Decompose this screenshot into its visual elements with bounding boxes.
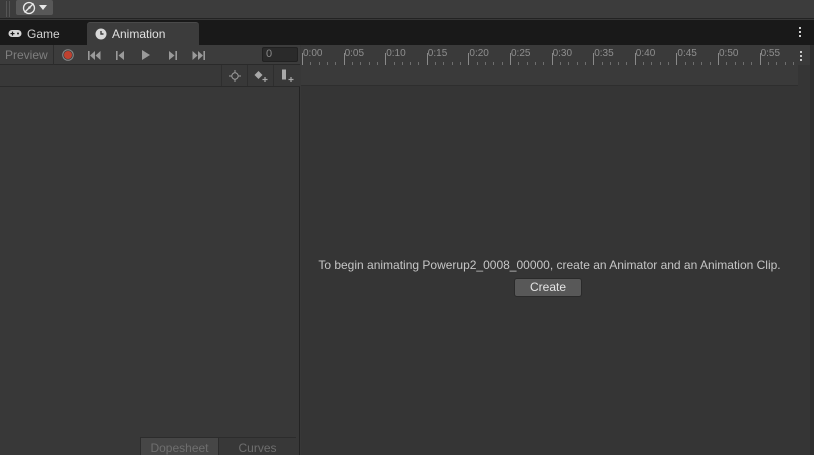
gizmo-dropdown-button[interactable] [16, 0, 53, 15]
record-button[interactable] [55, 45, 81, 65]
create-button[interactable]: Create [514, 278, 582, 297]
timeline-options-icon[interactable] [798, 45, 810, 65]
ruler-tick-label: 0:15 [427, 48, 448, 59]
editor-tab-bar: Game Animation [0, 20, 814, 45]
frame-input[interactable]: 0 [262, 47, 298, 62]
tab-label: Animation [112, 27, 166, 41]
step-forward-icon [168, 50, 177, 60]
tab-curves[interactable]: Curves [219, 437, 296, 455]
filter-by-selection-button[interactable] [222, 65, 248, 86]
view-mode-tabs: Dopesheet Curves [140, 437, 296, 455]
add-event-button[interactable] [274, 65, 300, 86]
skip-to-start-icon [87, 50, 100, 60]
preview-toggle[interactable]: Preview [0, 45, 54, 65]
tab-label: Game [27, 26, 60, 41]
timeline-panel: 0:00 0:05 0:10 0:15 0:20 0:25 0:30 0:35 0:40 0:45… [301, 45, 814, 455]
ruler-tick-label: 0:20 [469, 48, 489, 59]
animation-property-panel: Preview 0 Dopesheet Curves [0, 45, 300, 455]
record-icon [62, 49, 74, 61]
play-icon [142, 50, 150, 60]
compass-off-icon [22, 1, 36, 14]
ruler-tick-label: 0:05 [344, 48, 365, 59]
add-keyframe-button[interactable] [248, 65, 274, 86]
next-keyframe-button[interactable] [159, 45, 185, 65]
tab-game[interactable]: Game [0, 22, 68, 45]
keyframe-toolbar [0, 65, 300, 87]
chevron-down-icon [39, 4, 47, 10]
playback-toolbar: Preview 0 [0, 45, 300, 65]
vertical-scrollbar[interactable] [810, 45, 814, 455]
toolbar-grip [9, 1, 10, 17]
ruler-tick-label: 0:45 [677, 48, 697, 59]
skip-to-end-icon [192, 50, 205, 60]
clip-selector[interactable] [0, 65, 222, 86]
empty-state-message: To begin animating Powerup2_0008_00000, … [318, 258, 781, 272]
last-keyframe-button[interactable] [185, 45, 211, 65]
ruler-tick-label: 0:00 [303, 48, 323, 59]
ruler-tick-label: 0:55 [760, 48, 781, 59]
step-back-icon [115, 50, 124, 60]
ruler-tick-label: 0:30 [552, 48, 573, 59]
toolbar-grip [6, 1, 7, 17]
ruler-tick-label: 0:35 [594, 48, 614, 59]
ruler-tick-label: 0:25 [511, 48, 531, 59]
tab-dopesheet[interactable]: Dopesheet [140, 437, 219, 455]
more-options-icon[interactable] [799, 27, 802, 39]
play-button[interactable] [133, 45, 159, 65]
add-event-icon [282, 69, 294, 82]
scene-toolbar [0, 0, 814, 19]
ruler-tick-label: 0:50 [719, 48, 739, 59]
ruler-tick-label: 0:40 [635, 48, 656, 59]
time-ruler[interactable]: 0:00 0:05 0:10 0:15 0:20 0:25 0:30 0:35 0:40 0:45… [301, 45, 798, 65]
ruler-tick-label: 0:10 [386, 48, 406, 59]
add-keyframe-icon [254, 70, 267, 82]
first-keyframe-button[interactable] [81, 45, 107, 65]
event-lane[interactable] [301, 65, 798, 86]
clock-icon [95, 28, 107, 40]
tab-animation[interactable]: Animation [87, 22, 199, 45]
previous-keyframe-button[interactable] [107, 45, 133, 65]
gamepad-icon [8, 30, 22, 37]
crosshair-icon [228, 69, 241, 82]
